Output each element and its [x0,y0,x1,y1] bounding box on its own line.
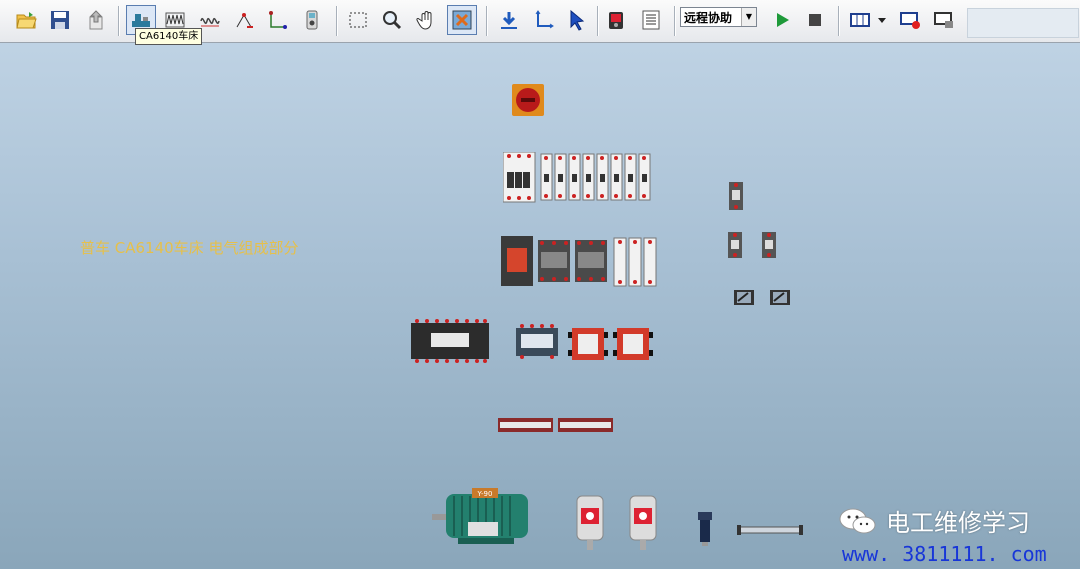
record-device-icon[interactable] [602,6,630,34]
save-button[interactable] [46,6,74,34]
open-folder-button[interactable] [12,6,40,34]
relay-left[interactable] [568,324,608,364]
list-icon[interactable] [637,6,665,34]
transformer[interactable] [516,322,558,360]
export-button[interactable] [82,6,110,34]
watermark-brand: 电工维修学习 [886,509,1030,537]
button-station-left[interactable] [575,494,605,550]
terminal-block-large[interactable] [411,317,489,365]
relay-right[interactable] [613,324,653,364]
watermark: 电工维修学习 [838,503,1030,538]
motor-nameplate: Y-90 [477,490,493,498]
search-box[interactable] [967,8,1079,38]
fuse-holder[interactable] [727,180,745,212]
contactor-row[interactable] [501,234,657,288]
axis-icon[interactable] [530,6,558,34]
film-dropdown-icon[interactable] [874,6,890,34]
tooltip: CA6140车床 [135,28,203,45]
limit-switch-left[interactable] [733,289,755,306]
circuit-breaker-row[interactable] [503,152,651,204]
limit-switch-right[interactable] [769,289,791,306]
watermark-url: www. 3811111. com [842,542,1047,566]
stop-button[interactable] [801,6,829,34]
remote-assist-select-value: 远程协助 [684,11,733,25]
select-rect-icon[interactable] [344,6,372,34]
meter-icon[interactable] [298,6,326,34]
film-icon[interactable] [846,6,874,34]
node-icon[interactable] [230,6,258,34]
fuse-holder-right[interactable] [760,230,778,260]
new-file-icon[interactable] [0,6,8,34]
play-button[interactable] [768,6,796,34]
canvas-title: 普车 CA6140车床 电气组成部分 [80,239,299,257]
zoom-icon[interactable] [378,6,406,34]
remote-assist-select[interactable]: 远程协助 ▼ [680,7,757,27]
wechat-icon [839,508,876,533]
main-rotary-switch[interactable] [512,84,544,116]
wire-icon[interactable] [264,6,292,34]
record-film-icon[interactable] [896,6,924,34]
fuse-holder-left[interactable] [726,230,744,260]
pan-hand-icon[interactable] [413,6,441,34]
pointer-icon[interactable] [563,6,591,34]
chevron-down-icon: ▼ [741,8,756,26]
download-icon[interactable] [495,6,523,34]
work-lamp[interactable] [737,523,803,537]
film-export-icon[interactable] [930,6,958,34]
button-station-right[interactable] [628,494,658,550]
indicator-lamp[interactable] [696,512,714,546]
fit-view-icon[interactable] [447,5,477,35]
terminal-strips[interactable] [498,416,614,434]
electric-motor[interactable]: Y-90 [432,486,538,552]
